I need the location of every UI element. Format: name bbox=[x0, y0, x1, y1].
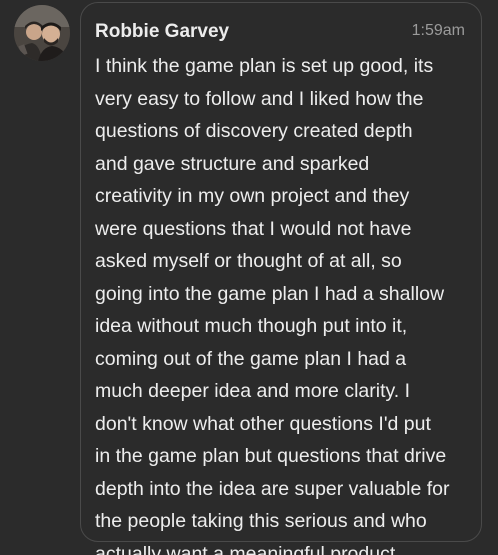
message-line: were questions that I would not have bbox=[95, 217, 412, 240]
message-body: I think the game plan is set up good, it… bbox=[95, 50, 475, 555]
message-line: and gave structure and sparked bbox=[95, 152, 370, 175]
message-line: questions of discovery created depth bbox=[95, 120, 413, 142]
chat-screen: Robbie Garvey 1:59am I think the game pl… bbox=[0, 0, 498, 555]
sender-name[interactable]: Robbie Garvey bbox=[95, 21, 229, 43]
message-line: in the game plan but questions that driv… bbox=[95, 445, 447, 467]
message-line: I think the game plan is set up good, it… bbox=[95, 55, 434, 77]
message-line: very easy to follow and I liked how the bbox=[95, 87, 424, 110]
message-line: asked myself or thought of at all, so bbox=[95, 250, 402, 272]
message-bubble[interactable]: Robbie Garvey 1:59am I think the game pl… bbox=[80, 2, 482, 555]
message-line: depth into the idea are super valuable f… bbox=[95, 477, 450, 500]
message-line: actually want a meaningful product. bbox=[95, 542, 401, 555]
avatar-photo-icon bbox=[14, 5, 70, 61]
message-line: much deeper idea and more clarity. I bbox=[95, 380, 411, 402]
user-avatar[interactable] bbox=[14, 5, 70, 61]
message-line: don't know what other questions I'd put bbox=[95, 412, 431, 435]
message-timestamp: 1:59am bbox=[411, 22, 465, 39]
message-line: creativity in my own project and they bbox=[95, 185, 410, 207]
message-line: idea without much though put into it, bbox=[95, 315, 408, 337]
message-line: the people taking this serious and who bbox=[95, 510, 427, 532]
message-line: coming out of the game plan I had a bbox=[95, 347, 407, 370]
message-line: going into the game plan I had a shallow bbox=[95, 282, 445, 305]
